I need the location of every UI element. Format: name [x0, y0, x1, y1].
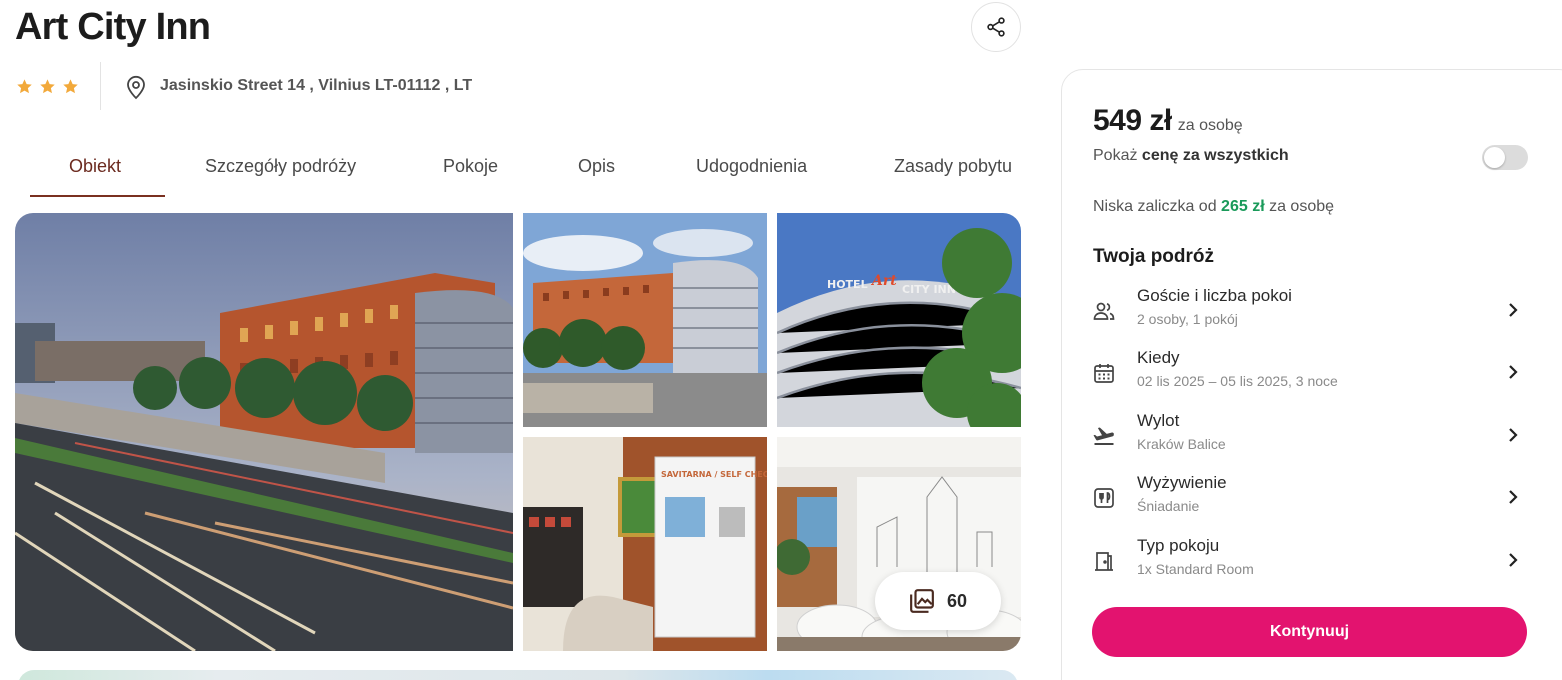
gallery-icon [910, 589, 934, 613]
trip-item-label: Wyżywienie [1137, 473, 1227, 492]
trip-item-meals[interactable]: Wyżywienie Śniadanie [1092, 473, 1528, 523]
show-total-price-label: Pokaż cenę za wszystkich [1093, 147, 1289, 164]
tab-zasady-pobytu[interactable]: Zasady pobytu [894, 156, 1012, 177]
trip-item-value: 1x Standard Room [1137, 561, 1254, 577]
share-button[interactable] [971, 2, 1021, 52]
deposit-info: Niska zaliczka od 265 zł za osobę [1093, 198, 1335, 215]
show-all-photos-button[interactable]: 60 [875, 572, 1001, 630]
chevron-right-icon [1509, 490, 1518, 504]
active-tab-indicator [30, 195, 165, 197]
trip-item-label: Kiedy [1137, 348, 1180, 367]
trip-item-value: 2 osoby, 1 pokój [1137, 311, 1238, 327]
hotel-name: Art City Inn [15, 6, 211, 48]
photo-count: 60 [946, 590, 968, 611]
plane-departure-icon [1093, 427, 1114, 445]
svg-text:Art: Art [870, 273, 897, 289]
continue-button[interactable]: Kontynuuj [1092, 607, 1527, 657]
trip-item-room-type[interactable]: Typ pokoju 1x Standard Room [1092, 536, 1528, 586]
gallery-photo-exterior[interactable] [523, 213, 767, 427]
divider [100, 62, 101, 110]
gallery-photo-facade-sign[interactable]: HOTEL Art CITY INN [777, 213, 1021, 427]
svg-text:SAVITARNA / SELF CHECK-IN: SAVITARNA / SELF CHECK-IN [661, 470, 767, 479]
chevron-right-icon [1509, 428, 1518, 442]
calendar-icon [1094, 364, 1114, 383]
toggle-knob [1484, 147, 1505, 168]
tab-szczegoly-podrozy[interactable]: Szczegóły podróży [205, 156, 356, 177]
trip-item-label: Goście i liczba pokoi [1137, 286, 1292, 305]
tab-opis[interactable]: Opis [578, 156, 615, 177]
door-icon [1095, 552, 1113, 571]
show-total-price-toggle[interactable] [1482, 145, 1528, 170]
deposit-amount: 265 zł [1221, 198, 1265, 215]
star-rating [16, 78, 79, 95]
trip-item-value: Kraków Balice [1137, 436, 1226, 452]
tab-pokoje[interactable]: Pokoje [443, 156, 498, 177]
gallery-photo-lobby-checkin[interactable]: SAVITARNA / SELF CHECK-IN [523, 437, 767, 651]
trip-item-value: Śniadanie [1137, 498, 1200, 514]
trip-item-guests[interactable]: Goście i liczba pokoi 2 osoby, 1 pokój [1092, 286, 1528, 336]
section-tabs: Obiekt Szczegóły podróży Pokoje Opis Udo… [30, 146, 1030, 198]
star-icon [17, 79, 32, 94]
guests-icon [1093, 302, 1115, 320]
meal-icon [1094, 488, 1114, 508]
trip-item-value: 02 lis 2025 – 05 lis 2025, 3 noce [1137, 373, 1338, 389]
trip-item-departure[interactable]: Wylot Kraków Balice [1092, 411, 1528, 461]
svg-text:CITY INN: CITY INN [902, 283, 956, 296]
star-icon [63, 79, 78, 94]
svg-text:HOTEL: HOTEL [827, 278, 868, 291]
trip-item-dates[interactable]: Kiedy 02 lis 2025 – 05 lis 2025, 3 noce [1092, 348, 1528, 398]
photo-gallery: HOTEL Art CITY INN SAVITARNA / SELF CHEC… [15, 213, 1021, 651]
location-pin-icon [127, 75, 145, 100]
tab-obiekt[interactable]: Obiekt [69, 156, 121, 177]
share-icon [987, 17, 1005, 37]
price-value: 549 zł [1093, 104, 1172, 137]
tab-udogodnienia[interactable]: Udogodnienia [696, 156, 807, 177]
hotel-address: Jasinskio Street 14 , Vilnius LT-01112 ,… [160, 77, 473, 94]
map-preview[interactable] [18, 670, 1018, 680]
gallery-photo-main[interactable] [15, 213, 513, 651]
trip-heading: Twoja podróż [1093, 246, 1215, 267]
chevron-right-icon [1509, 553, 1518, 567]
price-block: 549 zł za osobę [1093, 104, 1243, 138]
trip-item-label: Typ pokoju [1137, 536, 1220, 555]
trip-item-label: Wylot [1137, 411, 1180, 430]
chevron-right-icon [1509, 303, 1518, 317]
chevron-right-icon [1509, 365, 1518, 379]
star-icon [40, 79, 55, 94]
price-unit: za osobę [1177, 117, 1243, 134]
